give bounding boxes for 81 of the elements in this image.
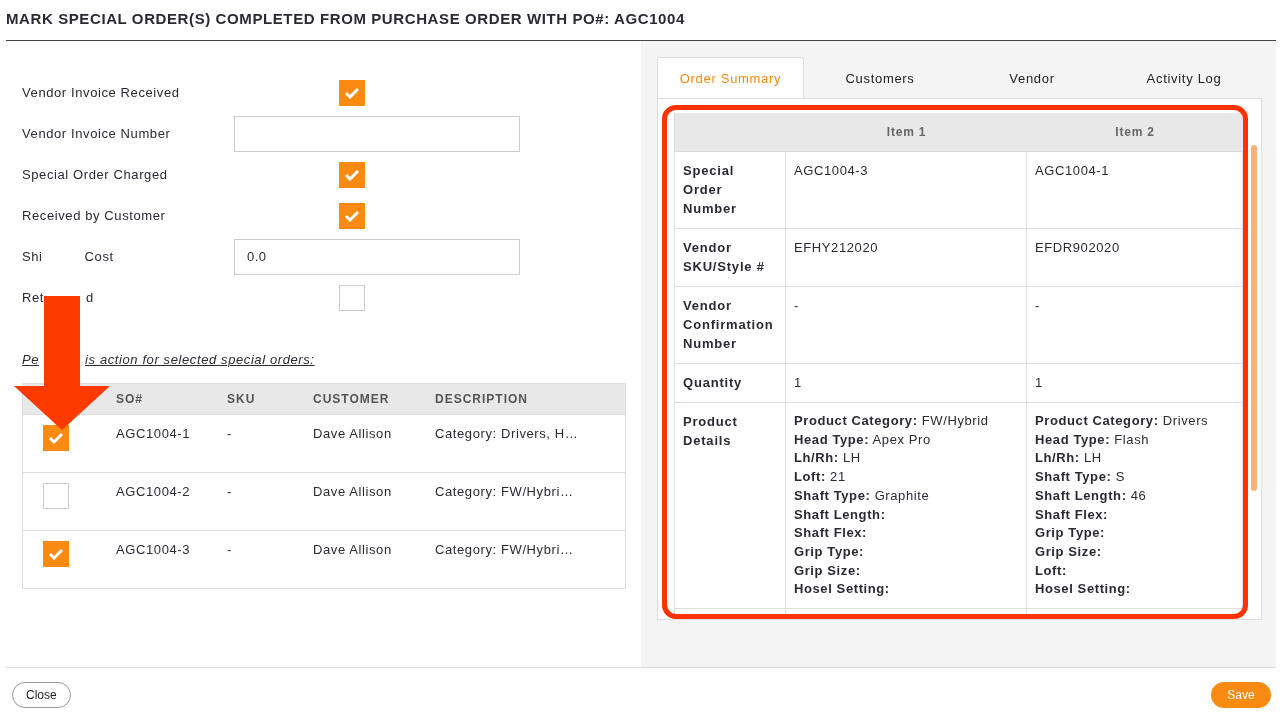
field-label: Special Order Charged	[22, 167, 168, 182]
check-icon	[344, 86, 360, 99]
field-label: Cost	[84, 249, 114, 264]
table-cell-text: -	[227, 541, 233, 557]
row-label: Product Details	[675, 402, 786, 609]
detail-line: Product Category: Drivers	[1035, 412, 1210, 430]
table-cell-text: AGC1004-3	[116, 541, 192, 557]
checkbox[interactable]	[43, 425, 69, 451]
input-field[interactable]: 0.0	[234, 238, 520, 275]
field-label: Vendor Invoice Number	[22, 126, 171, 141]
detail-line: Shaft Type: S	[1035, 468, 1126, 487]
field-label: Shi	[22, 249, 43, 264]
check-icon	[344, 209, 360, 222]
table-cell: 1	[1027, 363, 1243, 402]
detail-line: Shaft Length: 46	[1035, 486, 1148, 505]
detail-line: Grip Size:	[794, 561, 862, 580]
table-cell: -	[786, 286, 1027, 363]
table-cell: EFHY212020	[786, 228, 1027, 286]
row-label: Vendor Confirmation Number	[675, 286, 786, 363]
detail-line: Grip Size:	[1035, 542, 1103, 561]
column-header: SO#	[116, 392, 144, 406]
detail-line: Head Type: Flash	[1035, 430, 1151, 449]
scrollbar-thumb[interactable]	[1251, 145, 1257, 491]
detail-line: Shaft Flex:	[794, 524, 869, 543]
row-label: Quantity	[675, 363, 786, 402]
column-header: CUSTOMER	[313, 392, 391, 406]
field-label: Ret	[22, 290, 45, 305]
column-header: Item 1	[786, 113, 1027, 151]
table-cell-text: -	[227, 483, 233, 499]
close-button[interactable]: Close	[12, 682, 71, 708]
checkbox[interactable]	[43, 483, 69, 509]
table-cell-text: Dave Allison	[313, 541, 393, 557]
table-cell-text: Category: FW/Hybri…	[435, 541, 575, 557]
table-cell-text: Dave Allison	[313, 425, 393, 441]
detail-line: Lh/Rh: LH	[794, 449, 862, 468]
column-header: DESCRIPTION	[435, 392, 529, 406]
table-cell: AGC1004-3	[786, 151, 1027, 228]
detail-line: Grip Type:	[794, 542, 866, 561]
field-label: Received by Customer	[22, 208, 166, 223]
checkbox[interactable]	[339, 161, 365, 188]
detail-line: Head Type: Apex Pro	[794, 430, 932, 449]
detail-line: Lh/Rh: LH	[1035, 449, 1103, 468]
input-field[interactable]	[234, 115, 520, 152]
table-cell-text: -	[227, 425, 233, 441]
field-label: d	[86, 290, 94, 305]
tab[interactable]: Customers	[804, 57, 956, 98]
checkbox[interactable]	[43, 541, 69, 567]
checkbox[interactable]	[339, 284, 365, 311]
tab[interactable]: Activity Log	[1108, 57, 1260, 98]
detail-line: Product Category: FW/Hybrid	[794, 412, 990, 430]
detail-line: Loft:	[1035, 561, 1068, 580]
table-cell: EFDR902020	[1027, 228, 1243, 286]
detail-line: Hosel Setting:	[1035, 580, 1132, 599]
column-header: Item 2	[1027, 113, 1243, 151]
column-header: SKU	[227, 392, 257, 406]
field-label: Vendor Invoice Received	[22, 85, 180, 100]
table-cell-text: Category: FW/Hybri…	[435, 483, 575, 499]
table-cell: AGC1004-1	[1027, 151, 1243, 228]
table-cell: 1	[786, 363, 1027, 402]
table-cell-text: Dave Allison	[313, 483, 393, 499]
detail-line: Shaft Type: Graphite	[794, 486, 931, 505]
tab[interactable]: Vendor	[956, 57, 1108, 98]
table-cell: -	[1027, 286, 1243, 363]
detail-line: Loft: 21	[794, 468, 847, 487]
detail-line: Shaft Flex:	[1035, 505, 1110, 524]
row-label: Special Order Number	[675, 151, 786, 228]
detail-line: Hosel Setting:	[794, 580, 891, 599]
dialog-title: MARK SPECIAL ORDER(S) COMPLETED FROM PURCHASE ORDER WITH PO#: AGC1004	[5, 9, 686, 29]
check-icon	[48, 548, 64, 560]
detail-line: Shaft Length:	[794, 505, 887, 524]
table-cell-text: Category: Drivers, H…	[435, 425, 580, 441]
instruction-text: is action for selected special orders:	[85, 352, 315, 367]
row-label: Vendor SKU/Style #	[675, 228, 786, 286]
detail-line: Grip Type:	[1035, 524, 1107, 543]
checkbox[interactable]	[339, 79, 365, 106]
check-icon	[344, 168, 360, 181]
check-icon	[48, 432, 64, 444]
table-cell-text: AGC1004-2	[116, 483, 192, 499]
checkbox[interactable]	[339, 202, 365, 229]
table-cell-text: AGC1004-1	[116, 425, 192, 441]
instruction-text: Pe	[22, 352, 40, 367]
